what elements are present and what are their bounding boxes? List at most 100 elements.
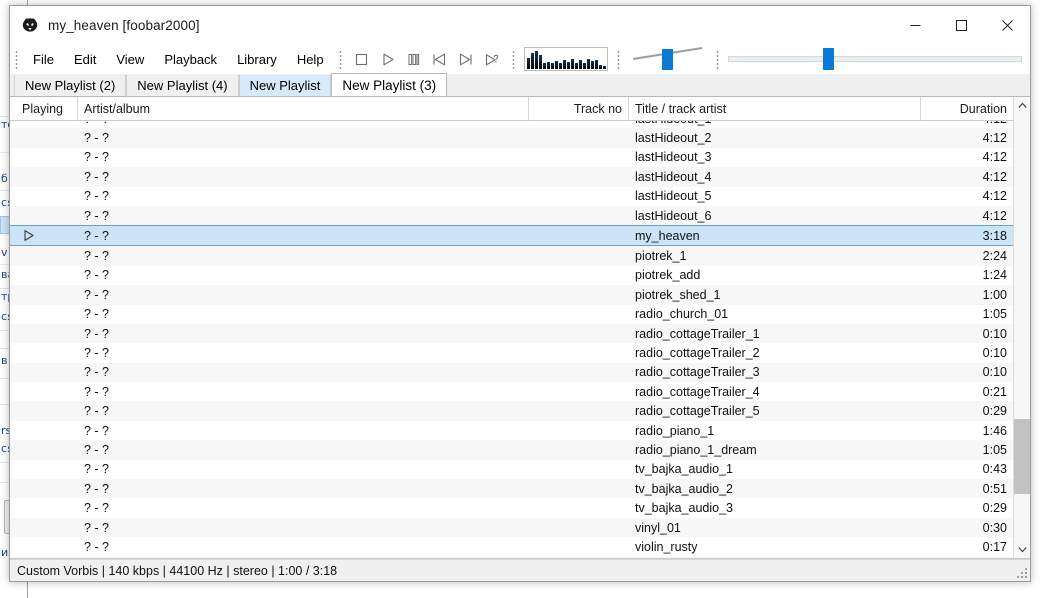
cell-duration: 1:05 xyxy=(921,307,1013,321)
table-row[interactable]: ? - ?my_heaven3:18 xyxy=(10,225,1013,246)
playlist-view: Playing Artist/album Track no Title / tr… xyxy=(10,97,1013,558)
table-row[interactable]: ? - ?vinyl_010:30 xyxy=(10,518,1013,537)
play-button[interactable] xyxy=(376,48,400,70)
tab-new-playlist[interactable]: New Playlist xyxy=(239,75,332,96)
table-row[interactable]: ? - ?radio_piano_1_dream1:05 xyxy=(10,440,1013,459)
table-row[interactable]: ? - ?lastHideout_44:12 xyxy=(10,167,1013,186)
table-row[interactable]: ? - ?radio_cottageTrailer_30:10 xyxy=(10,363,1013,382)
table-row[interactable]: ? - ?radio_church_011:05 xyxy=(10,305,1013,324)
menu-help[interactable]: Help xyxy=(287,48,334,71)
cell-duration: 1:05 xyxy=(921,443,1013,457)
volume-gripper[interactable] xyxy=(616,49,621,69)
seekbar-gripper[interactable] xyxy=(715,49,720,69)
menu-library[interactable]: Library xyxy=(227,48,287,71)
table-row[interactable]: ? - ?tv_bajka_audio_10:43 xyxy=(10,460,1013,479)
cell-duration: 0:29 xyxy=(921,501,1013,515)
random-track-button[interactable] xyxy=(480,48,504,70)
tab-new-playlist-2[interactable]: New Playlist (2) xyxy=(14,75,126,96)
visualizer-gripper[interactable] xyxy=(511,49,516,69)
transport-gripper[interactable] xyxy=(338,49,343,69)
cell-duration: 4:12 xyxy=(921,170,1013,184)
cell-title: lastHideout_2 xyxy=(629,131,921,145)
volume-slider[interactable] xyxy=(631,47,705,71)
pause-button[interactable] xyxy=(402,48,426,70)
cell-title: radio_cottageTrailer_2 xyxy=(629,346,921,360)
cell-artist: ? - ? xyxy=(78,443,529,457)
cell-title: tv_bajka_audio_1 xyxy=(629,462,921,476)
column-header-duration[interactable]: Duration xyxy=(921,97,1013,121)
menu-playback[interactable]: Playback xyxy=(154,48,227,71)
cell-duration: 0:10 xyxy=(921,327,1013,341)
cell-title: piotrek_add xyxy=(629,268,921,282)
table-row[interactable]: ? - ?piotrek_add1:24 xyxy=(10,266,1013,285)
menu-gripper[interactable] xyxy=(14,49,19,69)
close-button[interactable] xyxy=(984,6,1030,44)
table-row[interactable]: ? - ?tv_bajka_audio_20:51 xyxy=(10,479,1013,498)
cell-artist: ? - ? xyxy=(78,327,529,341)
tab-new-playlist-4[interactable]: New Playlist (4) xyxy=(126,75,238,96)
cell-duration: 1:46 xyxy=(921,424,1013,438)
cell-artist: ? - ? xyxy=(78,249,529,263)
table-row[interactable]: ? - ?piotrek_shed_11:00 xyxy=(10,285,1013,304)
next-track-button[interactable] xyxy=(454,48,478,70)
play-indicator-icon xyxy=(22,229,35,242)
cell-artist: ? - ? xyxy=(78,150,529,164)
table-row[interactable]: ? - ?radio_cottageTrailer_20:10 xyxy=(10,343,1013,362)
cell-title: lastHideout_5 xyxy=(629,189,921,203)
cell-artist: ? - ? xyxy=(78,307,529,321)
table-row[interactable]: ? - ?lastHideout_54:12 xyxy=(10,187,1013,206)
table-row[interactable]: ? - ?radio_cottageTrailer_40:21 xyxy=(10,382,1013,401)
cell-artist: ? - ? xyxy=(78,268,529,282)
cell-title: tv_bajka_audio_2 xyxy=(629,482,921,496)
table-row[interactable]: ? - ?lastHideout_24:12 xyxy=(10,128,1013,147)
cell-artist: ? - ? xyxy=(78,385,529,399)
table-row[interactable]: ? - ?violin_rusty_slow0:32 xyxy=(10,557,1013,558)
cell-artist: ? - ? xyxy=(78,121,529,126)
toolbar: File Edit View Playback Library Help xyxy=(10,44,1030,74)
scrollbar-thumb[interactable] xyxy=(1014,419,1030,494)
cell-duration: 0:21 xyxy=(921,385,1013,399)
table-row[interactable]: ? - ?piotrek_12:24 xyxy=(10,246,1013,265)
stop-button[interactable] xyxy=(350,48,374,70)
minimize-button[interactable] xyxy=(892,6,938,44)
volume-thumb[interactable] xyxy=(662,49,673,70)
column-header-artist[interactable]: Artist/album xyxy=(78,97,529,121)
cell-artist: ? - ? xyxy=(78,540,529,554)
seek-thumb[interactable] xyxy=(823,48,834,70)
table-row[interactable]: ? - ?violin_rusty0:17 xyxy=(10,537,1013,556)
transport-controls xyxy=(347,48,507,70)
status-bar: Custom Vorbis | 140 kbps | 44100 Hz | st… xyxy=(10,559,1030,581)
cell-artist: ? - ? xyxy=(78,229,529,243)
playlist-rows: ? - ?lastHideout_14:12? - ?lastHideout_2… xyxy=(10,121,1013,558)
scrollbar-track[interactable] xyxy=(1014,114,1030,541)
spectrum-analyzer[interactable] xyxy=(524,47,608,71)
column-header-playing[interactable]: Playing xyxy=(10,97,78,121)
table-row[interactable]: ? - ? radio_cottageTrailer_10:10 xyxy=(10,324,1013,343)
seek-slider[interactable] xyxy=(728,47,1022,71)
scroll-up-button[interactable] xyxy=(1014,97,1030,114)
seek-track xyxy=(728,56,1022,62)
previous-track-button[interactable] xyxy=(428,48,452,70)
playlist-scrollbar[interactable] xyxy=(1013,97,1030,558)
maximize-button[interactable] xyxy=(938,6,984,44)
menu-edit[interactable]: Edit xyxy=(64,48,106,71)
column-header-trackno[interactable]: Track no xyxy=(529,97,629,121)
cell-artist: ? - ? xyxy=(78,501,529,515)
column-header-title[interactable]: Title / track artist xyxy=(629,97,921,121)
cell-duration: 0:30 xyxy=(921,521,1013,535)
table-row[interactable]: ? - ?radio_piano_11:46 xyxy=(10,421,1013,440)
table-row[interactable]: ? - ?lastHideout_14:12 xyxy=(10,121,1013,128)
cell-duration: 0:29 xyxy=(921,404,1013,418)
table-row[interactable]: ? - ?tv_bajka_audio_30:29 xyxy=(10,498,1013,517)
table-row[interactable]: ? - ?lastHideout_64:12 xyxy=(10,206,1013,225)
resize-grip[interactable] xyxy=(1016,567,1028,579)
menu-file[interactable]: File xyxy=(23,48,64,71)
menu-view[interactable]: View xyxy=(106,48,154,71)
scroll-down-button[interactable] xyxy=(1014,541,1030,558)
tab-new-playlist-3[interactable]: New Playlist (3) xyxy=(331,73,447,96)
table-row[interactable]: ? - ?lastHideout_34:12 xyxy=(10,148,1013,167)
table-row[interactable]: ? - ?radio_cottageTrailer_50:29 xyxy=(10,401,1013,420)
cell-duration: 0:10 xyxy=(921,365,1013,379)
cell-duration: 4:12 xyxy=(921,209,1013,223)
cell-title: radio_cottageTrailer_1 xyxy=(629,327,921,341)
